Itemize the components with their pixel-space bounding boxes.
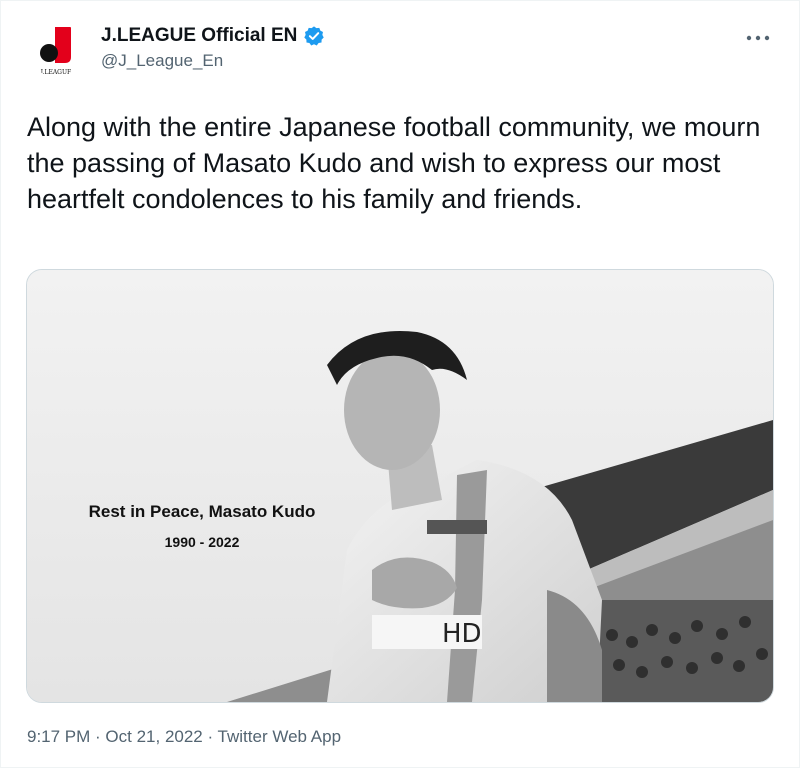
memorial-years: 1990 - 2022 — [164, 534, 240, 550]
jleague-logo-icon: J.LEAGUE — [29, 23, 83, 77]
avatar[interactable]: J.LEAGUE — [29, 23, 83, 77]
display-name[interactable]: J.LEAGUE Official EN — [101, 25, 297, 47]
tweet-media-image[interactable]: HD Rest in Peace, Masato Kudo 1990 - 202… — [26, 269, 774, 703]
verified-badge-icon — [303, 25, 325, 47]
author-name-row: J.LEAGUE Official EN — [101, 25, 325, 47]
memorial-photo: HD — [27, 270, 773, 702]
more-horizontal-icon[interactable] — [745, 23, 771, 49]
memorial-title: Rest in Peace, Masato Kudo — [88, 502, 316, 521]
author-block: J.LEAGUE Official EN @J_League_En — [101, 25, 325, 71]
handle[interactable]: @J_League_En — [101, 51, 325, 71]
tweet-timestamp[interactable]: 9:17 PM · Oct 21, 2022 · Twitter Web App — [27, 727, 341, 747]
tweet-card: J.LEAGUE J.LEAGUE Official EN @J_League_… — [0, 0, 800, 768]
tweet-text: Along with the entire Japanese football … — [27, 112, 761, 214]
memorial-caption: Rest in Peace, Masato Kudo 1990 - 2022 — [57, 502, 347, 550]
jersey-sponsor-text: HD — [442, 619, 482, 649]
avatar-caption: J.LEAGUE — [40, 69, 72, 76]
